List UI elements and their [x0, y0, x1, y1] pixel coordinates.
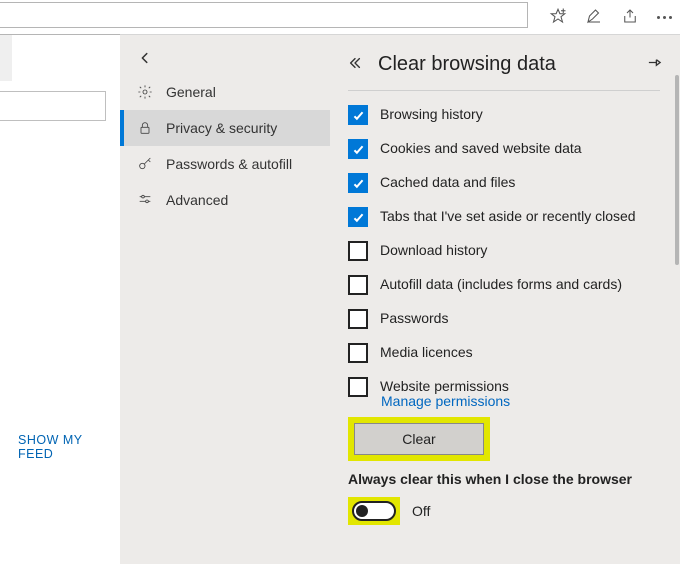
sidebar-item-general[interactable]: General	[120, 74, 330, 110]
sidebar-back-button[interactable]	[120, 45, 330, 74]
clear-highlight: Clear	[348, 417, 490, 461]
notes-icon[interactable]	[585, 7, 603, 28]
checkbox-downloads[interactable]	[348, 241, 368, 261]
more-icon[interactable]	[657, 16, 672, 19]
address-bar[interactable]	[0, 2, 528, 28]
checkbox-row: Cached data and files	[348, 173, 660, 193]
always-clear-heading: Always clear this when I close the brows…	[348, 471, 660, 487]
checkbox-media[interactable]	[348, 343, 368, 363]
sliders-icon	[136, 192, 154, 208]
sidebar-label: General	[166, 84, 216, 100]
sidebar-item-passwords[interactable]: Passwords & autofill	[120, 146, 330, 182]
manage-permissions-link[interactable]: Manage permissions	[381, 393, 510, 409]
pin-button[interactable]	[647, 55, 662, 73]
checkbox-browsing-history[interactable]	[348, 105, 368, 125]
sidebar-item-advanced[interactable]: Advanced	[120, 182, 330, 218]
checkbox-passwords[interactable]	[348, 309, 368, 329]
sidebar-label: Advanced	[166, 192, 228, 208]
checkbox-autofill[interactable]	[348, 275, 368, 295]
checkbox-label: Website permissions	[380, 377, 509, 394]
checkbox-label: Browsing history	[380, 105, 483, 122]
show-feed-link[interactable]: SHOW MY FEED	[18, 433, 120, 461]
checkbox-row: Browsing history	[348, 105, 660, 125]
scrollbar-thumb[interactable]	[675, 75, 679, 265]
checkbox-row: Passwords	[348, 309, 660, 329]
checkbox-label: Cached data and files	[380, 173, 515, 190]
sidebar-item-privacy[interactable]: Privacy & security	[120, 110, 330, 146]
checkbox-label: Tabs that I've set aside or recently clo…	[380, 207, 636, 224]
share-icon[interactable]	[621, 7, 639, 28]
checkbox-label: Passwords	[380, 309, 448, 326]
checkbox-row: Cookies and saved website data	[348, 139, 660, 159]
checkbox-cookies[interactable]	[348, 139, 368, 159]
checkbox-row: Tabs that I've set aside or recently clo…	[348, 207, 660, 227]
checkbox-tabs[interactable]	[348, 207, 368, 227]
checkbox-cached[interactable]	[348, 173, 368, 193]
lock-icon	[136, 120, 154, 136]
checkbox-row: Download history	[348, 241, 660, 261]
checkbox-label: Download history	[380, 241, 487, 258]
pane-title: Clear browsing data	[378, 53, 556, 76]
sidebar-label: Passwords & autofill	[166, 156, 292, 172]
always-clear-toggle[interactable]	[352, 501, 396, 521]
checkbox-row: Media licences	[348, 343, 660, 363]
gear-icon	[136, 84, 154, 100]
checkbox-label: Autofill data (includes forms and cards)	[380, 275, 622, 292]
toggle-state-label: Off	[412, 503, 430, 519]
settings-pane: Clear browsing data Browsing history Coo…	[330, 34, 680, 564]
clear-button[interactable]: Clear	[354, 423, 484, 455]
pane-back-button[interactable]	[348, 56, 362, 73]
page-edge	[0, 35, 12, 81]
toggle-highlight	[348, 497, 400, 525]
checkbox-row: Autofill data (includes forms and cards)	[348, 275, 660, 295]
page-background: SHOW MY FEED	[0, 34, 120, 564]
sidebar-label: Privacy & security	[166, 120, 277, 136]
key-icon	[136, 156, 154, 172]
toolbar-actions	[528, 0, 680, 34]
checkbox-label: Cookies and saved website data	[380, 139, 582, 156]
checkbox-label: Media licences	[380, 343, 473, 360]
pane-scrollbar[interactable]	[674, 35, 680, 564]
favorites-icon[interactable]	[549, 7, 567, 28]
checkbox-permissions[interactable]	[348, 377, 368, 397]
settings-sidebar: General Privacy & security Passwords & a…	[120, 34, 330, 564]
page-element	[0, 91, 106, 121]
